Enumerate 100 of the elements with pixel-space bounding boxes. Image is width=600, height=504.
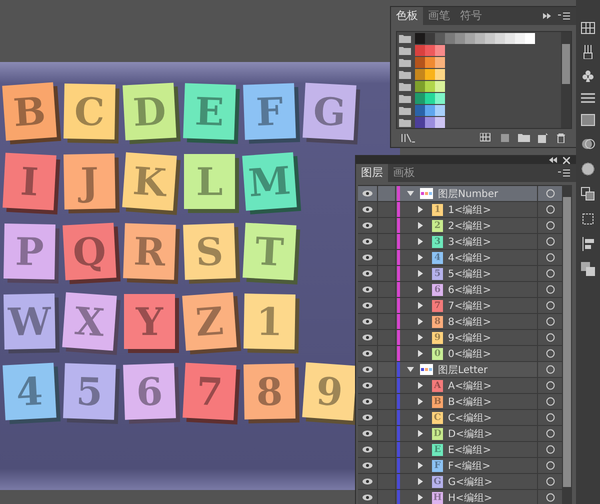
panel-tab[interactable]: 画板 — [388, 164, 420, 182]
expand-triangle-icon[interactable] — [418, 254, 423, 261]
menu-icon[interactable] — [558, 12, 570, 20]
color-swatch[interactable] — [435, 105, 445, 116]
eye-icon[interactable] — [362, 286, 373, 293]
color-swatch[interactable] — [455, 33, 465, 44]
color-swatch[interactable] — [435, 45, 445, 56]
panel-tab[interactable]: 符号 — [455, 7, 487, 25]
expand-triangle-icon[interactable] — [418, 302, 423, 309]
eye-icon[interactable] — [362, 238, 373, 245]
eye-icon[interactable] — [362, 222, 373, 229]
layer-row[interactable]: C C<编组> — [358, 410, 562, 426]
layer-row[interactable]: 4 4<编组> — [358, 250, 562, 266]
color-swatch[interactable] — [495, 33, 505, 44]
eye-icon[interactable] — [362, 270, 373, 277]
stroke-icon[interactable] — [581, 93, 595, 103]
eye-icon[interactable] — [362, 494, 373, 501]
eye-icon[interactable] — [362, 190, 373, 197]
folder-icon[interactable] — [518, 133, 530, 143]
expand-triangle-icon[interactable] — [418, 318, 423, 325]
layer-row[interactable]: 0 0<编组> — [358, 346, 562, 362]
eye-icon[interactable] — [362, 206, 373, 213]
color-swatch[interactable] — [415, 117, 425, 128]
library-icon[interactable] — [401, 133, 415, 143]
disclosure-triangle-icon[interactable] — [407, 366, 414, 373]
expand-triangle-icon[interactable] — [418, 238, 423, 245]
color-swatch[interactable] — [435, 117, 445, 128]
eye-icon[interactable] — [362, 446, 373, 453]
eye-icon[interactable] — [362, 334, 373, 341]
panel-tab[interactable]: 画笔 — [423, 7, 455, 25]
trash-icon[interactable] — [556, 133, 566, 143]
color-swatch[interactable] — [425, 57, 435, 68]
layer-row[interactable]: D D<编组> — [358, 426, 562, 442]
eye-icon[interactable] — [362, 414, 373, 421]
color-swatch[interactable] — [435, 69, 445, 80]
panel-tab[interactable]: 色板 — [391, 7, 423, 25]
eye-icon[interactable] — [362, 302, 373, 309]
scrollbar[interactable] — [562, 185, 572, 504]
expand-triangle-icon[interactable] — [418, 414, 423, 421]
color-swatch[interactable] — [475, 33, 485, 44]
club-icon[interactable] — [582, 70, 594, 82]
transparency-icon[interactable] — [581, 137, 595, 151]
expand-triangle-icon[interactable] — [418, 430, 423, 437]
pathfinder-icon[interactable] — [581, 262, 595, 276]
expand-triangle-icon[interactable] — [418, 270, 423, 277]
close-icon[interactable] — [563, 156, 570, 164]
layer-row[interactable]: 图层Letter — [358, 362, 562, 378]
grid-icon[interactable] — [480, 133, 492, 143]
expand-triangle-icon[interactable] — [418, 222, 423, 229]
layer-row[interactable]: B B<编组> — [358, 394, 562, 410]
layer-row[interactable]: 1 1<编组> — [358, 202, 562, 218]
swatch-options-icon[interactable] — [500, 133, 510, 143]
transform-icon[interactable] — [581, 212, 595, 226]
color-swatch[interactable] — [425, 105, 435, 116]
expand-triangle-icon[interactable] — [418, 382, 423, 389]
color-swatch[interactable] — [525, 33, 535, 44]
color-swatch[interactable] — [425, 69, 435, 80]
color-swatch[interactable] — [415, 69, 425, 80]
eye-icon[interactable] — [362, 398, 373, 405]
color-swatch[interactable] — [415, 93, 425, 104]
eye-icon[interactable] — [362, 478, 373, 485]
color-swatch[interactable] — [435, 57, 445, 68]
disclosure-triangle-icon[interactable] — [407, 190, 414, 197]
color-swatch[interactable] — [445, 33, 455, 44]
layer-row[interactable]: A A<编组> — [358, 378, 562, 394]
expand-triangle-icon[interactable] — [418, 478, 423, 485]
expand-triangle-icon[interactable] — [418, 286, 423, 293]
color-swatch[interactable] — [415, 33, 425, 44]
layer-row[interactable]: F F<编组> — [358, 458, 562, 474]
layer-row[interactable]: 8 8<编组> — [358, 314, 562, 330]
panel-tab[interactable]: 图层 — [356, 164, 388, 182]
color-swatch[interactable] — [485, 33, 495, 44]
eye-icon[interactable] — [362, 318, 373, 325]
color-swatch[interactable] — [425, 33, 435, 44]
expand-triangle-icon[interactable] — [418, 350, 423, 357]
color-swatch[interactable] — [505, 33, 515, 44]
color-swatch[interactable] — [515, 33, 525, 44]
layer-row[interactable]: G G<编组> — [358, 474, 562, 490]
color-swatch[interactable] — [435, 81, 445, 92]
color-swatch[interactable] — [425, 45, 435, 56]
color-swatch[interactable] — [425, 81, 435, 92]
eye-icon[interactable] — [362, 382, 373, 389]
color-swatch[interactable] — [415, 45, 425, 56]
layer-row[interactable]: 6 6<编组> — [358, 282, 562, 298]
expand-triangle-icon[interactable] — [418, 206, 423, 213]
expand-triangle-icon[interactable] — [418, 462, 423, 469]
layer-row[interactable]: 图层Number — [358, 186, 562, 202]
color-swatch[interactable] — [415, 57, 425, 68]
color-swatch[interactable] — [465, 33, 475, 44]
layer-row[interactable]: 2 2<编组> — [358, 218, 562, 234]
eye-icon[interactable] — [362, 350, 373, 357]
expand-triangle-icon[interactable] — [418, 494, 423, 501]
eye-icon[interactable] — [362, 462, 373, 469]
eye-icon[interactable] — [362, 366, 373, 373]
expand-triangle-icon[interactable] — [418, 446, 423, 453]
color-swatch[interactable] — [425, 117, 435, 128]
scrollbar[interactable] — [561, 32, 571, 128]
color-swatch[interactable] — [435, 93, 445, 104]
brush-icon[interactable] — [582, 45, 594, 59]
layer-row[interactable]: E E<编组> — [358, 442, 562, 458]
